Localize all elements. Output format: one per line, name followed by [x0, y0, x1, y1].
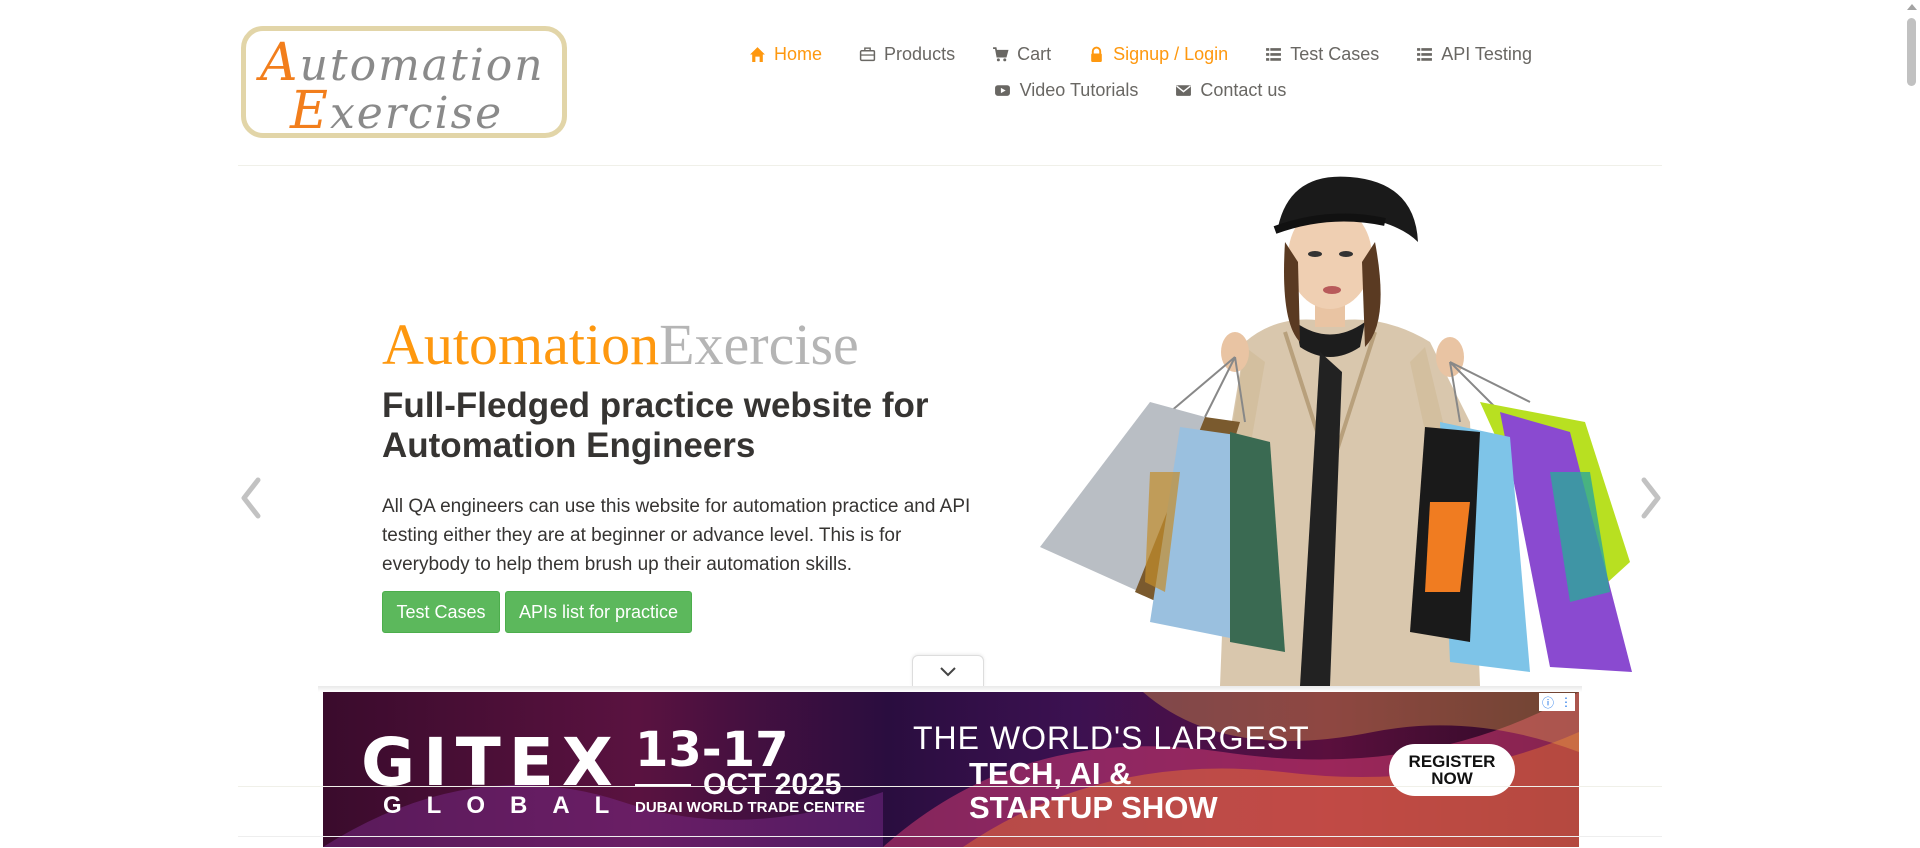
nav-cart-label: Cart [1017, 43, 1052, 64]
ad-month: OCT 2025 [703, 768, 842, 801]
apis-list-button[interactable]: APIs list for practice [505, 591, 692, 633]
nav-home[interactable]: Home [730, 36, 840, 72]
scroll-up-arrow-icon[interactable] [1907, 4, 1917, 10]
nav-signup-login[interactable]: Signup / Login [1069, 36, 1246, 72]
home-icon [748, 45, 766, 63]
briefcase-icon [858, 45, 876, 63]
nav-products[interactable]: Products [840, 36, 973, 72]
hero-brand-title: AutomationExercise [382, 312, 859, 377]
nav-api-testing-label: API Testing [1441, 43, 1532, 64]
section-divider [238, 786, 1662, 787]
nav-signup-login-label: Signup / Login [1113, 43, 1229, 64]
nav-cart[interactable]: Cart [973, 36, 1069, 72]
hero-description: All QA engineers can use this website fo… [382, 496, 971, 575]
ad-banner[interactable]: GITEX GLOBAL 13-17 OCT 2025 DUBAI WORLD … [323, 692, 1579, 847]
lock-icon [1087, 45, 1105, 63]
nav-home-label: Home [774, 43, 823, 64]
ad-info-controls: ⓘ ⋮ [1539, 693, 1575, 711]
ad-collapse-button[interactable] [912, 655, 984, 687]
carousel-prev-button[interactable] [232, 470, 272, 526]
envelope-icon [1174, 81, 1192, 99]
page-scrollbar[interactable] [1903, 0, 1920, 847]
nav-video-tutorials-label: Video Tutorials [1019, 79, 1139, 100]
hero-image [1040, 176, 1632, 686]
ad-venue: DUBAI WORLD TRADE CENTRE [635, 799, 865, 816]
nav-contact-us[interactable]: Contact us [1156, 72, 1304, 108]
nav-api-testing[interactable]: API Testing [1397, 36, 1550, 72]
nav-products-label: Products [884, 43, 956, 64]
cart-icon [991, 45, 1009, 63]
chevron-left-icon [241, 477, 261, 519]
nav-test-cases[interactable]: Test Cases [1246, 36, 1397, 72]
ad-register-button[interactable]: REGISTER NOW [1389, 744, 1515, 796]
youtube-play-icon [994, 81, 1012, 99]
next-section-edge [238, 836, 1662, 848]
list-icon [1264, 45, 1282, 63]
chevron-down-icon [940, 666, 956, 676]
hero-heading: Full-Fledged practice website for Automa… [382, 386, 929, 465]
ad-register-line2: NOW [1431, 769, 1473, 788]
ad-menu-icon[interactable]: ⋮ [1560, 695, 1572, 709]
list-icon [1415, 45, 1433, 63]
ad-register-line1: REGISTER [1408, 752, 1496, 771]
test-cases-button[interactable]: Test Cases [382, 591, 500, 633]
ad-info-icon[interactable]: ⓘ [1542, 694, 1554, 711]
ad-brand-sub: GLOBAL [383, 792, 635, 819]
main-nav: Home Products Cart Signup / Login Test C… [700, 36, 1580, 108]
scroll-thumb[interactable] [1907, 18, 1916, 86]
ad-tagline-3: STARTUP SHOW [969, 790, 1218, 825]
header-divider [238, 165, 1662, 166]
nav-contact-us-label: Contact us [1200, 79, 1287, 100]
ad-tagline-1: THE WORLD'S LARGEST [913, 720, 1310, 756]
logo-line-2: Exercise [290, 81, 504, 141]
nav-test-cases-label: Test Cases [1290, 43, 1380, 64]
site-logo[interactable]: Automation Exercise [241, 26, 567, 141]
nav-video-tutorials[interactable]: Video Tutorials [976, 72, 1157, 108]
ad-brand: GITEX [361, 724, 621, 801]
